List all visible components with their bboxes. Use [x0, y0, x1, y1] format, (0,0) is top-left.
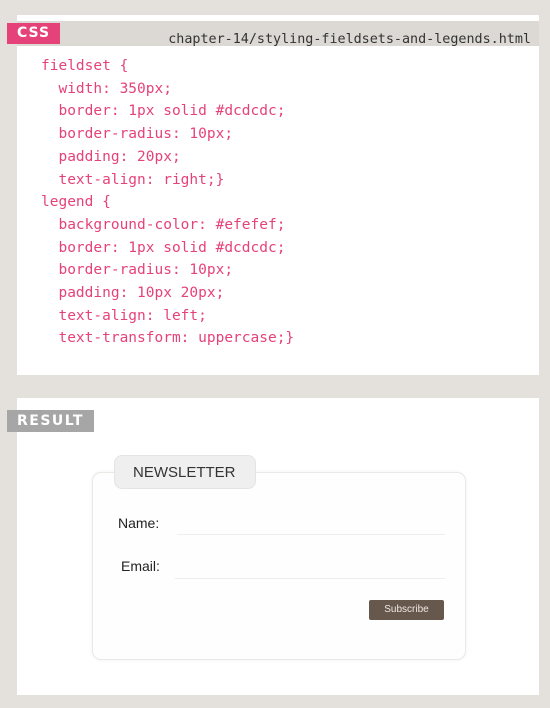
result-tag: RESULT	[7, 410, 94, 432]
email-label: Email:	[121, 558, 160, 574]
name-label: Name:	[118, 515, 160, 531]
file-path: chapter-14/styling-fieldsets-and-legends…	[168, 32, 531, 47]
name-input[interactable]	[177, 534, 445, 535]
css-code-listing: fieldset { width: 350px; border: 1px sol…	[41, 58, 295, 347]
css-tag: CSS	[7, 23, 61, 44]
newsletter-legend: NEWSLETTER	[114, 455, 256, 489]
email-input[interactable]	[175, 578, 445, 579]
result-panel: RESULT NEWSLETTER Name: Email: Subscribe	[7, 398, 539, 695]
css-header-bar: chapter-14/styling-fieldsets-and-legends…	[17, 21, 539, 47]
subscribe-button[interactable]: Subscribe	[369, 600, 444, 620]
css-code-panel: chapter-14/styling-fieldsets-and-legends…	[7, 15, 539, 375]
